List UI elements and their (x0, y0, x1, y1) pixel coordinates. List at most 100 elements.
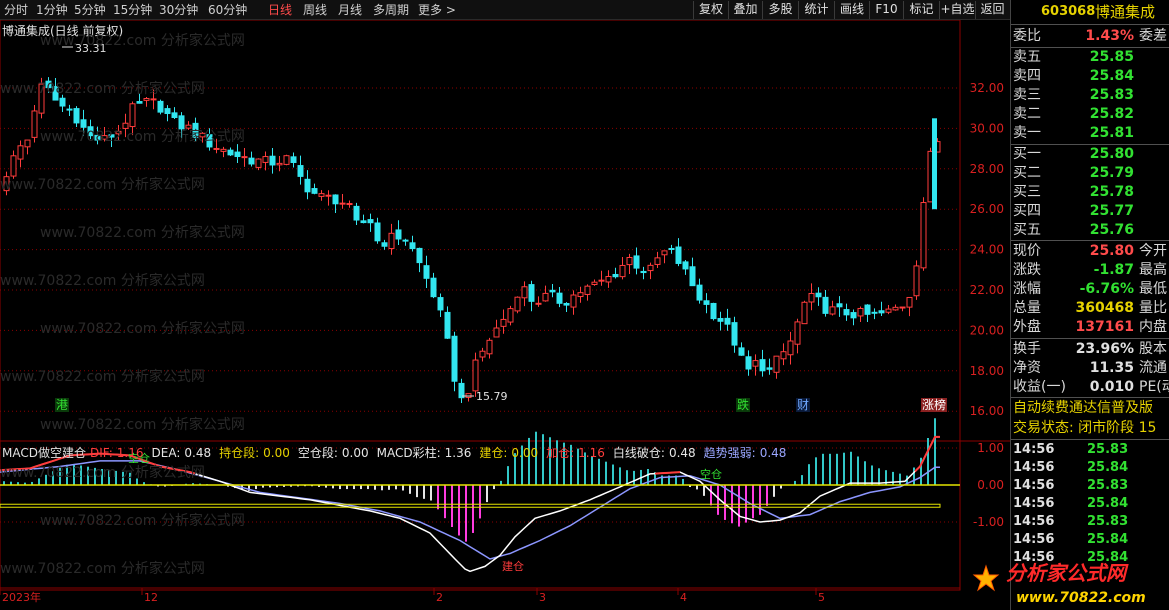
kline-chart-area[interactable]: 32.0030.0028.0026.0024.0022.0020.0018.00… (0, 20, 1010, 610)
macd-item-label: 白线破仓: (612, 446, 665, 460)
period-tab[interactable]: 月线 (338, 2, 362, 18)
quote-label: 委差 (1139, 28, 1167, 44)
candle (479, 347, 486, 362)
quote-label: 最高 (1139, 262, 1167, 278)
low-price-marker: 15.79 (476, 390, 508, 403)
quote-value: 25.84 (1089, 68, 1134, 84)
tick-time: 14:56 (1013, 514, 1055, 529)
date-axis-label: 2023年 (2, 590, 41, 604)
macd-item-value: 0.48 (668, 446, 696, 460)
candle (276, 155, 283, 172)
toolbar-button[interactable]: F10 (869, 1, 903, 19)
tick-price: 25.83 (1087, 514, 1129, 529)
period-tab[interactable]: 周线 (303, 2, 327, 18)
event-marker[interactable]: 港 (55, 398, 70, 412)
candle (465, 393, 472, 402)
quote-label: 卖五 (1013, 49, 1041, 65)
period-tab[interactable]: 更多 > (418, 2, 456, 18)
candle (178, 112, 185, 139)
site-logo: 分析家公式网 www.70822.com (972, 561, 1146, 606)
toolbar-button[interactable]: 叠加 (728, 1, 762, 19)
macd-item-value: 1.16 (116, 446, 144, 460)
candle (843, 303, 850, 321)
candle (458, 378, 465, 404)
period-tab[interactable]: 5分钟 (74, 2, 106, 18)
event-marker[interactable]: 财 (796, 398, 811, 412)
quote-panel: 603068 博通集成 委比 1.43% 委差 卖五 25.85 卖四 25.84 卖三 25.83… (1010, 0, 1169, 610)
candle (444, 306, 451, 340)
period-tab[interactable]: 分时 (4, 2, 28, 18)
event-marker[interactable]: 涨榜 (921, 398, 948, 412)
candle (605, 270, 612, 288)
candle (339, 193, 346, 209)
candle (542, 285, 549, 302)
event-marker[interactable]: 跌 (736, 398, 751, 412)
candle (563, 302, 570, 313)
candle (241, 148, 248, 167)
toolbar-button[interactable]: 返回 (975, 1, 1009, 19)
candle (619, 256, 626, 280)
candle (73, 106, 80, 127)
toolbar-button[interactable]: 标记 (903, 1, 939, 19)
macd-indicator-item: 加仓: 1.16 (546, 446, 609, 460)
period-tab[interactable]: 60分钟 (208, 2, 247, 18)
quote-value: 11.35 (1089, 360, 1134, 376)
period-tab[interactable]: 多周期 (373, 2, 409, 18)
toolbar-button[interactable]: 复权 (693, 1, 728, 19)
candle (899, 306, 906, 312)
toolbar-button[interactable]: 统计 (798, 1, 834, 19)
candle (360, 214, 367, 224)
toolbar-button[interactable]: 画线 (834, 1, 869, 19)
candle (612, 267, 619, 279)
tick-time: 14:56 (1013, 460, 1055, 475)
candle (108, 134, 115, 148)
candle (500, 309, 507, 334)
quote-row: 卖一 25.81 (1011, 124, 1169, 143)
macd-indicator-header: MACD做空建仓 DIF: 1.16 DEA: 0.48 持仓段: 0.00 空仓段: 0.00… (2, 444, 794, 461)
macd-indicator-name[interactable]: MACD做空建仓 (2, 446, 86, 460)
candle (388, 223, 395, 255)
quote-label: 股本 (1139, 341, 1167, 357)
period-tab[interactable]: 1分钟 (36, 2, 68, 18)
stock-code: 603068 (1041, 4, 1096, 19)
candle (129, 101, 136, 136)
toolbar-button[interactable]: 多股 (762, 1, 798, 19)
candle (759, 349, 766, 377)
macd-indicator-item: DEA: 0.48 (152, 446, 216, 460)
candle (794, 318, 801, 354)
candle (318, 190, 325, 201)
period-tab[interactable]: 30分钟 (159, 2, 198, 18)
candle (773, 355, 780, 379)
candle (437, 293, 444, 317)
candle (136, 93, 143, 104)
quote-label: 内盘 (1139, 319, 1167, 335)
date-axis-label: 4 (680, 591, 687, 604)
quote-value: 25.77 (1089, 203, 1134, 219)
candle (171, 107, 178, 120)
candle (311, 183, 318, 195)
period-tab[interactable]: 日线 (268, 2, 292, 18)
period-tab[interactable]: 15分钟 (113, 2, 152, 18)
candle (556, 286, 563, 308)
tick-time: 14:56 (1013, 496, 1055, 511)
candle (878, 301, 885, 316)
candle (234, 144, 241, 163)
quote-row: 外盘 137161 内盘 (1011, 318, 1169, 337)
quote-label: 卖一 (1013, 125, 1041, 141)
quote-value: 25.83 (1089, 87, 1134, 103)
macd-item-label: MACD彩柱: (376, 446, 441, 460)
candle (640, 266, 647, 280)
candle (654, 251, 661, 269)
toolbar-button[interactable]: +自选 (939, 1, 975, 19)
candle (255, 158, 262, 171)
candle (192, 117, 199, 142)
candle (864, 304, 871, 322)
quote-label: 卖二 (1013, 106, 1041, 122)
candle (822, 289, 829, 317)
candle (45, 77, 52, 93)
macd-item-label: 加仓: (546, 446, 575, 460)
candle (675, 238, 682, 267)
candle (731, 316, 738, 353)
candle (38, 77, 45, 119)
date-axis-label: 12 (144, 591, 158, 604)
